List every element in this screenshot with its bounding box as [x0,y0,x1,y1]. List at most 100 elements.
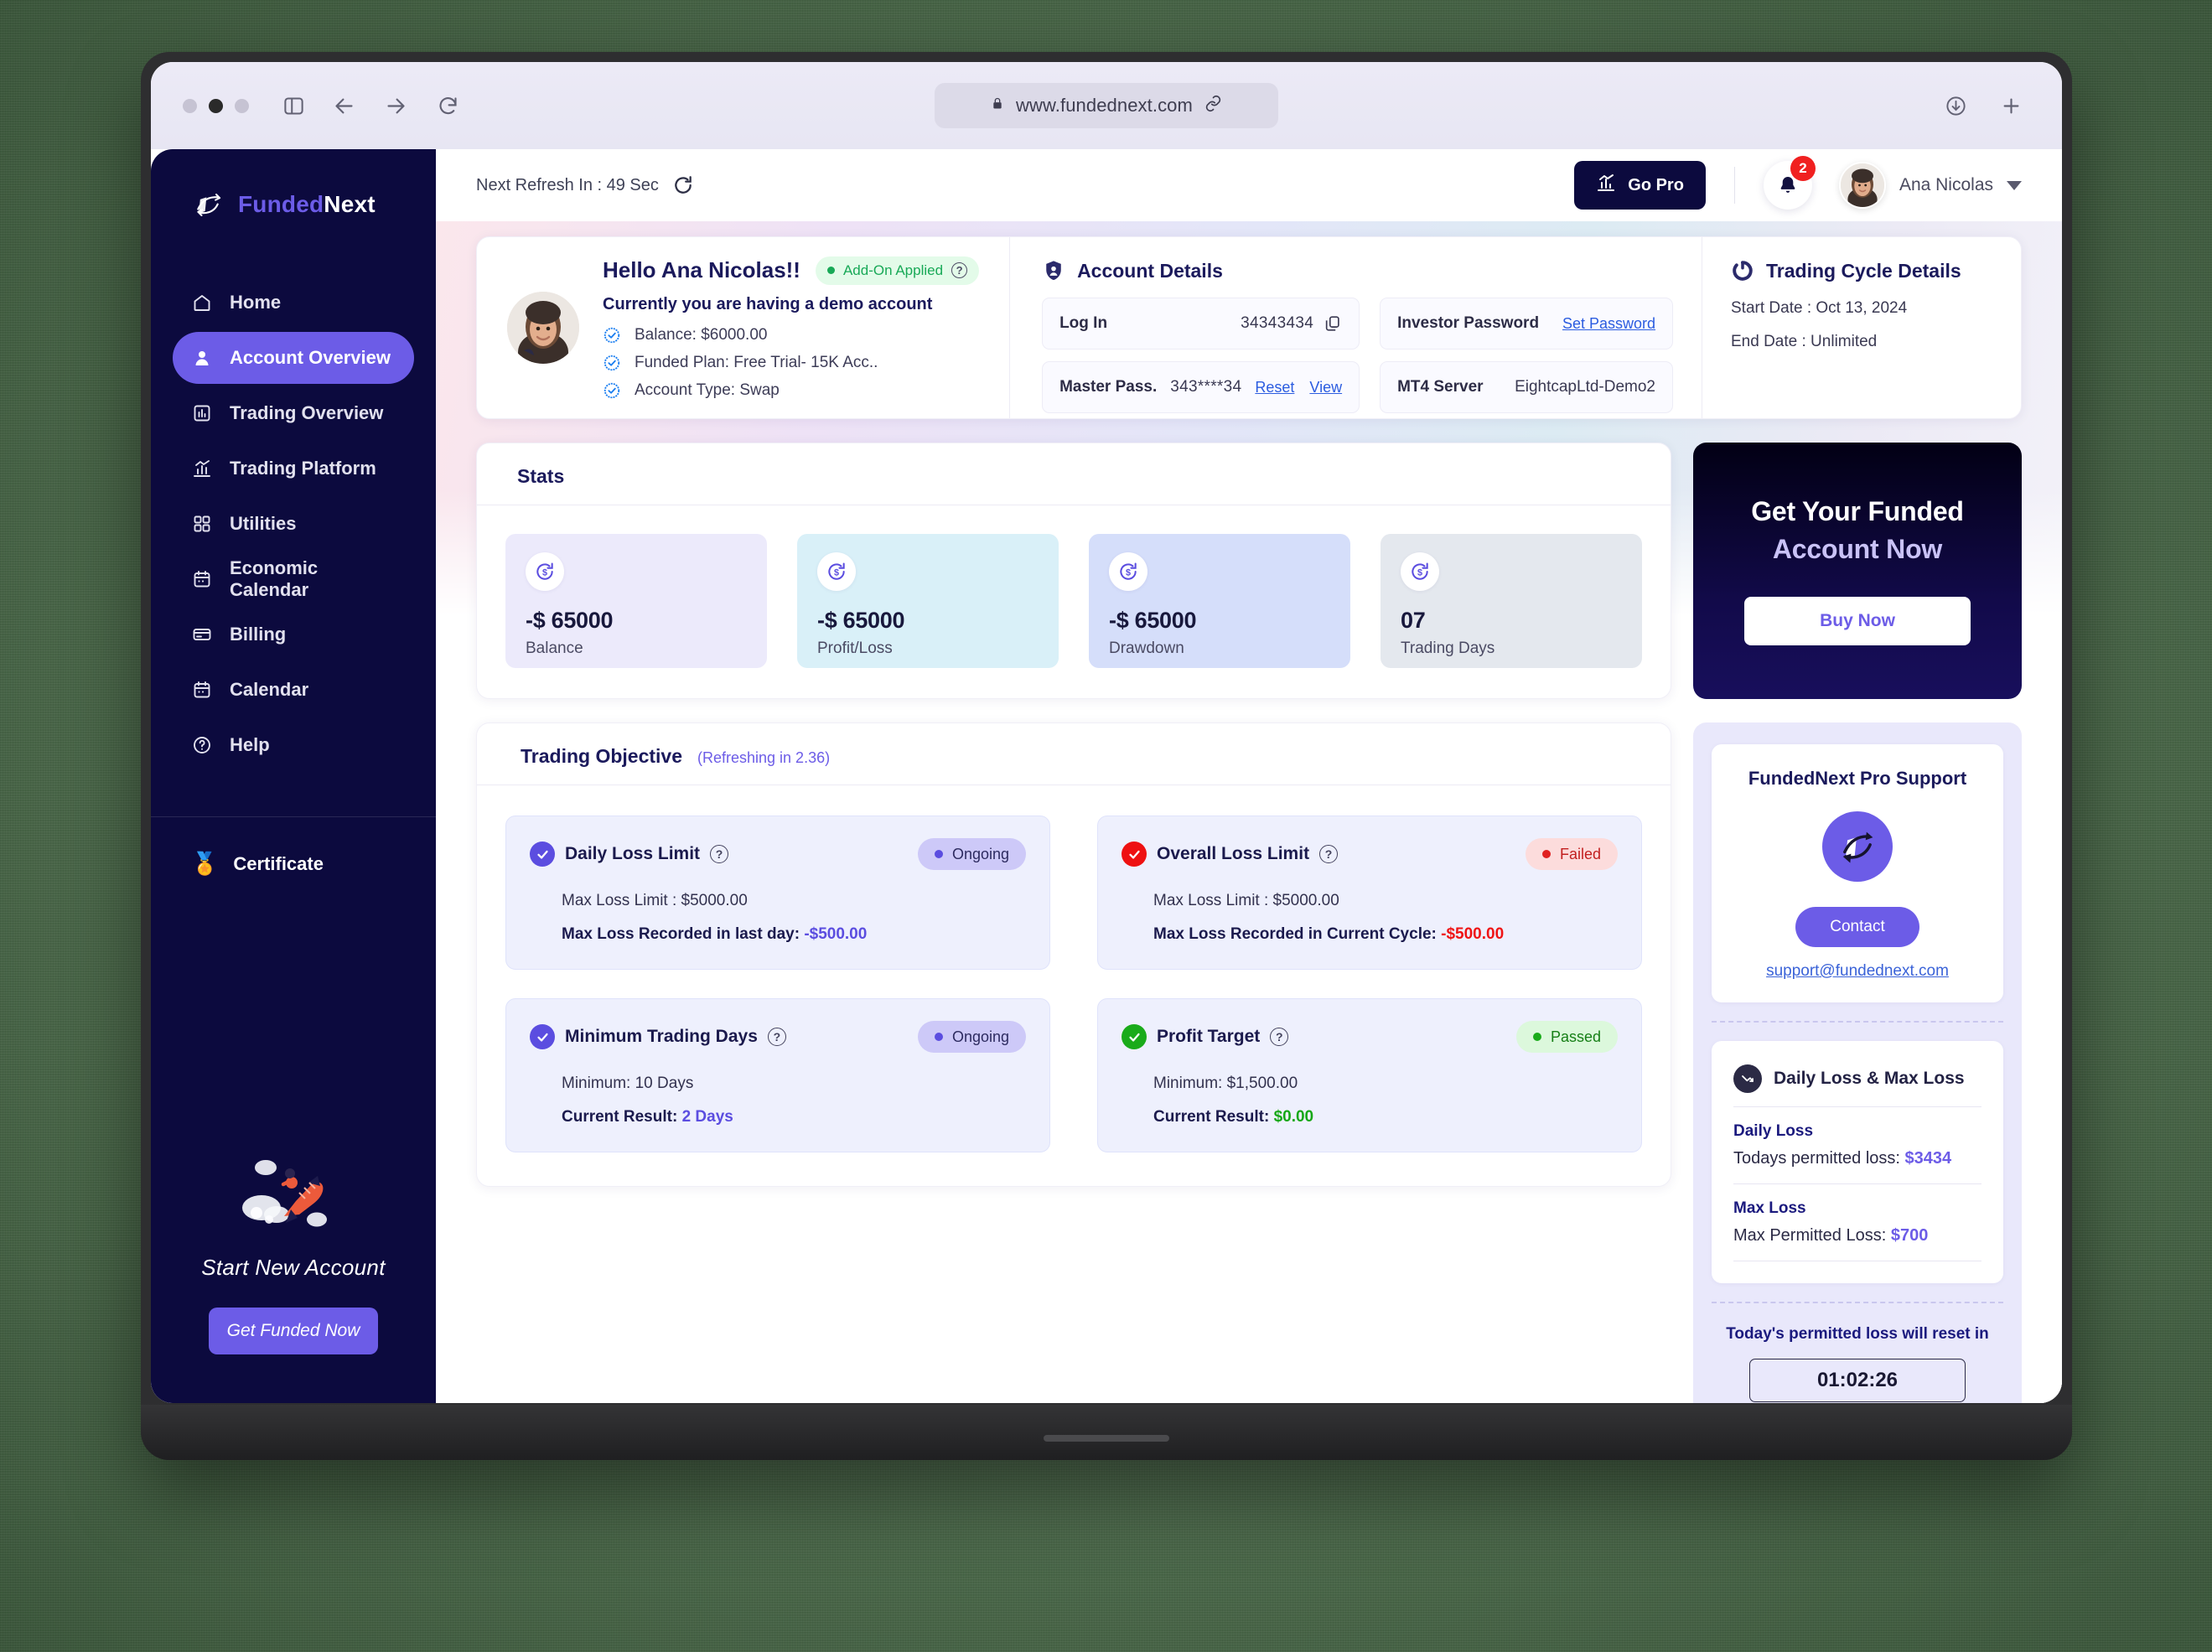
sidebar-item-economic-calendar[interactable]: Economic Calendar [173,553,414,605]
objective-result-label: Max Loss Recorded in Current Cycle: [1153,925,1437,943]
sidebar-item-label: Calendar [230,679,309,700]
stat-label: Drawdown [1109,640,1184,657]
max-loss-heading: Max Loss [1733,1199,1806,1217]
sidebar-item-billing[interactable]: Billing [173,608,414,660]
forward-arrow-icon[interactable] [376,86,415,125]
chart-up-icon [1596,173,1616,198]
calendar-icon [191,679,213,701]
pro-support-card: FundedNext Pro Support Contact support@f… [1712,744,2003,1002]
sidebar-item-label: Utilities [230,513,297,534]
close-window-dot[interactable] [183,98,197,113]
status-badge: Add-On Applied ? [815,256,980,285]
go-pro-label: Go Pro [1628,175,1684,194]
address-bar[interactable]: www.fundednext.com [935,83,1278,128]
max-loss-text: Max Permitted Loss: [1733,1226,1891,1245]
sidebar-promo: Start New Account Get Funded Now [151,1142,436,1403]
application-root: FundedNext Home Account Overview Trading… [151,149,2062,1403]
maximize-window-dot[interactable] [235,98,249,113]
section-title: Stats [517,465,565,487]
new-tab-icon[interactable] [1992,86,2030,125]
sidebar-item-help[interactable]: Help [173,719,414,771]
objective-result-value: 2 Days [681,1108,733,1126]
mt4-server-label: MT4 Server [1397,378,1484,396]
sidebar-nav: Home Account Overview Trading Overview T… [151,277,436,771]
sidebar-item-calendar[interactable]: Calendar [173,664,414,716]
list-item: Funded Plan: Free Trial- 15K Acc.. [603,354,979,372]
reload-icon[interactable] [428,86,467,125]
window-traffic-lights[interactable] [183,98,249,113]
dollar-refresh-icon: $ [526,552,564,591]
objective-result-line: Current Result: 2 Days [562,1108,1026,1126]
sidebar-item-certificate[interactable]: 🏅 Certificate [151,817,436,877]
objective-name: Overall Loss Limit [1157,844,1310,863]
main-column: Next Refresh In : 49 Sec Go Pro 2 Ana Ni… [436,149,2062,1403]
get-funded-now-button[interactable]: Get Funded Now [209,1308,378,1354]
stat-label: Trading Days [1401,640,1495,657]
topbar-divider [1733,167,1735,204]
buy-funded-account-banner: Get Your Funded Account Now Buy Now [1693,443,2022,699]
download-icon[interactable] [1936,86,1975,125]
sidebar-item-trading-overview[interactable]: Trading Overview [173,387,414,439]
account-details-block: Account Details Log In 34343434 Investor… [1010,237,1702,418]
minimize-window-dot[interactable] [209,98,223,113]
objective-detail-line: Minimum: $1,500.00 [1153,1075,1298,1092]
master-password-label: Master Pass. [1059,378,1158,396]
buy-now-button[interactable]: Buy Now [1744,597,1971,645]
help-circle-icon[interactable]: ? [710,845,729,863]
daily-loss-value: $3434 [1904,1149,1952,1168]
contact-button[interactable]: Contact [1795,907,1919,947]
help-circle-icon[interactable]: ? [951,262,968,278]
sidebar-item-utilities[interactable]: Utilities [173,498,414,550]
objective-item-minimum-trading-days: Minimum Trading Days ? Ongoing Minimum: … [505,998,1050,1152]
objective-result-line: Max Loss Recorded in last day: -$500.00 [562,925,1026,944]
master-password-value: 343****34 [1170,378,1242,396]
banner-line-1: Get Your Funded [1751,496,1964,526]
stat-label: Profit/Loss [817,640,893,657]
mt4-server-field[interactable]: MT4 Server EightcapLtd-Demo2 [1380,361,1673,413]
dollar-refresh-icon: $ [1401,552,1439,591]
user-menu[interactable]: Ana Nicolas [1838,162,2022,209]
brand-logo-area[interactable]: FundedNext [151,149,436,230]
help-circle-icon[interactable]: ? [1319,845,1339,863]
sidebar-item-trading-platform[interactable]: Trading Platform [173,443,414,495]
back-arrow-icon[interactable] [324,86,363,125]
master-password-field[interactable]: Master Pass. 343****34 Reset View [1042,361,1360,413]
view-password-link[interactable]: View [1309,379,1342,396]
go-pro-button[interactable]: Go Pro [1574,161,1706,210]
account-details-grid: Log In 34343434 Investor Password Set Pa… [1042,298,1673,413]
objective-result-value: $0.00 [1273,1108,1314,1126]
sidebar-item-home[interactable]: Home [173,277,414,329]
objective-result-value: -$500.00 [1441,925,1505,943]
bar-chart-icon [191,402,213,424]
link-icon[interactable] [1204,95,1222,117]
copy-icon[interactable] [1324,314,1342,333]
rocket-illustration [231,1142,356,1243]
daily-loss-text: Todays permitted loss: [1733,1149,1905,1168]
section-title: Trading Objective [521,745,682,767]
refresh-icon[interactable] [672,174,694,196]
reset-password-link[interactable]: Reset [1255,379,1294,396]
section-title: Account Details [1077,259,1223,282]
support-email-link[interactable]: support@fundednext.com [1733,962,1981,981]
grid-icon [191,513,213,535]
objective-detail-line: Max Loss Limit : $5000.00 [1153,892,1339,909]
medal-icon: 🏅 [191,851,219,876]
sidebar-item-account-overview[interactable]: Account Overview [173,332,414,384]
login-field[interactable]: Log In 34343434 [1042,298,1360,350]
sidebar-toggle-icon[interactable] [274,86,313,125]
browser-chrome: www.fundednext.com [151,62,2062,149]
help-circle-icon[interactable]: ? [767,1028,786,1046]
notifications-button[interactable]: 2 [1763,156,1816,210]
objective-refresh-text: (Refreshing in 2.36) [697,749,831,766]
objective-result-label: Current Result: [562,1108,678,1126]
set-password-link[interactable]: Set Password [1562,315,1655,333]
home-icon [191,292,213,313]
notification-badge: 2 [1790,156,1816,181]
investor-password-field[interactable]: Investor Password Set Password [1380,298,1673,350]
objective-header: $ Trading Objective (Refreshing in 2.36) [505,745,1642,785]
objective-detail-line: Minimum: 10 Days [562,1075,694,1092]
promo-title: Start New Account [201,1255,386,1280]
account-summary-card: Hello Ana Nicolas!! Add-On Applied ? Cur… [476,236,2022,419]
help-circle-icon[interactable]: ? [1270,1028,1289,1046]
chevron-down-icon[interactable] [2007,180,2022,190]
